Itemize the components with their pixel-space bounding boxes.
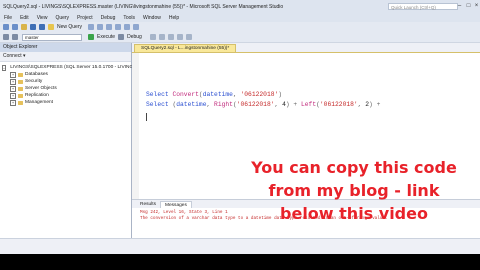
comment-icon[interactable] bbox=[176, 34, 183, 40]
object-tree: – LIVINGS\SQLEXPRESS (SQL Server 15.0.17… bbox=[0, 62, 135, 106]
save-icon[interactable] bbox=[30, 24, 36, 30]
execute-button[interactable]: Execute bbox=[97, 34, 115, 40]
tree-node-replication[interactable]: + Replication bbox=[0, 92, 131, 99]
tree-node-management[interactable]: + Management bbox=[0, 99, 131, 106]
quick-launch-input[interactable]: Quick Launch (Ctrl+Q) bbox=[388, 3, 458, 10]
expand-icon[interactable]: + bbox=[10, 71, 16, 78]
code-function: Convert bbox=[172, 91, 199, 98]
menu-bar: File Edit View Query Project Debug Tools… bbox=[0, 13, 480, 22]
maximize-button[interactable]: □ bbox=[465, 2, 472, 10]
text-cursor bbox=[146, 113, 147, 121]
expand-icon[interactable]: + bbox=[10, 85, 16, 92]
menu-window[interactable]: Window bbox=[143, 15, 161, 21]
object-explorer-title: Object Explorer bbox=[0, 43, 131, 52]
parse-icon[interactable] bbox=[149, 34, 156, 40]
forward-icon[interactable] bbox=[12, 24, 18, 30]
connect-icon[interactable] bbox=[3, 34, 9, 40]
folder-icon bbox=[18, 72, 23, 77]
menu-query[interactable]: Query bbox=[55, 15, 69, 21]
code-keyword: datetime bbox=[202, 91, 233, 98]
menu-project[interactable]: Project bbox=[77, 15, 93, 21]
folder-icon bbox=[18, 86, 23, 91]
code-keyword: Select bbox=[146, 101, 169, 108]
copy-icon[interactable] bbox=[115, 24, 122, 30]
mdx-query-icon[interactable] bbox=[97, 24, 104, 30]
menu-debug[interactable]: Debug bbox=[101, 15, 116, 21]
new-query-icon bbox=[48, 24, 54, 30]
collapse-icon[interactable]: – bbox=[2, 64, 7, 71]
sql-editor-toolbar: master Execute Debug bbox=[0, 32, 480, 43]
code-symbol: ) bbox=[278, 91, 283, 98]
tree-node-security[interactable]: + Security bbox=[0, 78, 131, 85]
status-bar bbox=[0, 238, 480, 254]
caption-line-2: from my blog - link bbox=[268, 181, 440, 200]
code-string: '06122018' bbox=[319, 101, 358, 108]
code-symbol: + bbox=[372, 101, 381, 108]
caption-line-1: You can copy this code bbox=[251, 158, 457, 177]
menu-file[interactable]: File bbox=[4, 15, 12, 21]
code-function: Right bbox=[214, 101, 233, 108]
code-symbol: , bbox=[206, 101, 215, 108]
menu-help[interactable]: Help bbox=[169, 15, 179, 21]
code-line-2: Select (datetime, Right('06122018', 4) +… bbox=[146, 101, 380, 108]
code-symbol: , bbox=[274, 101, 283, 108]
database-select[interactable]: master bbox=[22, 33, 82, 41]
tree-node-label: Server Objects bbox=[25, 86, 57, 91]
video-caption-overlay: You can copy this code from my blog - li… bbox=[238, 156, 470, 225]
close-button[interactable]: × bbox=[473, 2, 480, 10]
code-line-1: Select Convert(datetime, '06122018') bbox=[146, 91, 282, 98]
save-all-icon[interactable] bbox=[39, 24, 45, 30]
expand-icon[interactable]: + bbox=[10, 78, 16, 85]
back-icon[interactable] bbox=[3, 24, 9, 30]
code-function: Left bbox=[301, 101, 317, 108]
code-symbol: + bbox=[289, 101, 301, 108]
caption-line-3: below this video bbox=[280, 204, 428, 223]
code-symbol: , bbox=[232, 91, 241, 98]
editor-gutter bbox=[132, 53, 139, 200]
folder-icon bbox=[18, 93, 23, 98]
server-label: LIVINGS\SQLEXPRESS (SQL Server 15.0.1700… bbox=[10, 65, 135, 70]
menu-view[interactable]: View bbox=[37, 15, 48, 21]
execute-icon bbox=[88, 34, 94, 40]
results-grid-icon[interactable] bbox=[158, 34, 165, 40]
tree-node-label: Databases bbox=[25, 72, 48, 77]
indent-icon[interactable] bbox=[185, 34, 192, 40]
code-string: '06122018' bbox=[240, 91, 279, 98]
video-frame: SQLQuery2.sql - LIVINGS\SQLEXPRESS.maste… bbox=[0, 0, 480, 270]
object-explorer: Object Explorer Connect ▾ – LIVINGS\SQLE… bbox=[0, 43, 135, 254]
code-keyword: datetime bbox=[176, 101, 207, 108]
tree-node-label: Management bbox=[25, 100, 53, 105]
undo-icon[interactable] bbox=[133, 24, 140, 30]
folder-icon bbox=[18, 79, 23, 84]
debug-button[interactable]: Debug bbox=[127, 34, 142, 40]
code-keyword: Select bbox=[146, 91, 169, 98]
cut-icon[interactable] bbox=[106, 24, 113, 30]
expand-icon[interactable]: + bbox=[10, 99, 16, 106]
new-query-button[interactable]: New Query bbox=[57, 24, 82, 30]
open-file-icon[interactable] bbox=[21, 24, 27, 30]
stop-icon[interactable] bbox=[118, 34, 125, 40]
results-text-icon[interactable] bbox=[167, 34, 174, 40]
code-string: '06122018' bbox=[236, 101, 275, 108]
disconnect-icon[interactable] bbox=[12, 34, 18, 40]
tree-node-label: Security bbox=[25, 79, 43, 84]
tree-node-label: Replication bbox=[25, 93, 49, 98]
document-tab-row: SQLQuery2.sql - L...ingstonmahine (55))* bbox=[132, 43, 480, 53]
db-query-icon[interactable] bbox=[88, 24, 95, 30]
folder-icon bbox=[18, 100, 23, 105]
expand-icon[interactable]: + bbox=[10, 92, 16, 99]
tree-node-databases[interactable]: + Databases bbox=[0, 71, 131, 78]
menu-tools[interactable]: Tools bbox=[123, 15, 135, 21]
minimize-button[interactable]: – bbox=[456, 2, 463, 10]
paste-icon[interactable] bbox=[124, 24, 131, 30]
tree-node-server[interactable]: – LIVINGS\SQLEXPRESS (SQL Server 15.0.17… bbox=[0, 64, 135, 71]
menu-edit[interactable]: Edit bbox=[20, 15, 29, 21]
connect-button[interactable]: Connect ▾ bbox=[0, 52, 131, 62]
error-message-header: Msg 242, Level 16, State 3, Line 1 bbox=[140, 210, 228, 215]
tree-node-server-objects[interactable]: + Server Objects bbox=[0, 85, 131, 92]
